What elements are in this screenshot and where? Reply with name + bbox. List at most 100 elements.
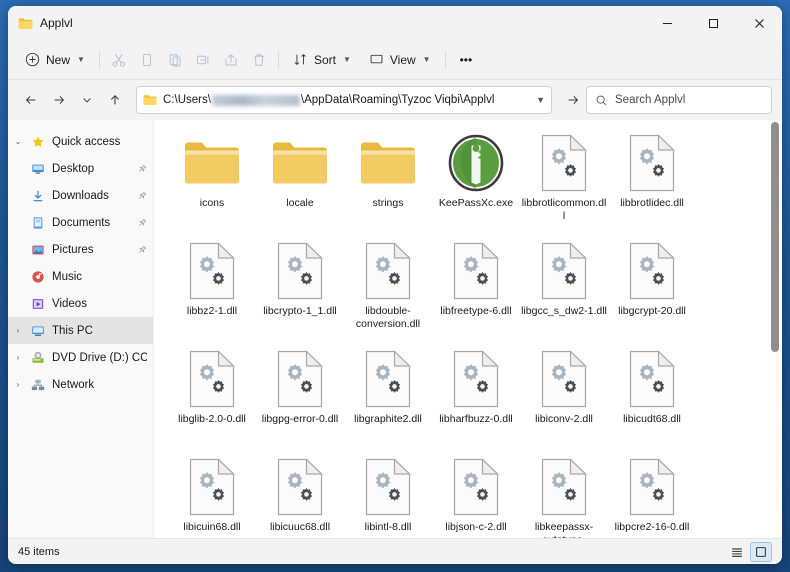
cut-icon[interactable] [105, 45, 133, 75]
details-view-icon[interactable] [726, 542, 748, 562]
file-tile[interactable]: libicuin68.dll [168, 452, 256, 538]
address-folder-icon [143, 94, 157, 106]
file-tile[interactable]: libiconv-2.dll [520, 344, 608, 452]
search-box[interactable]: Search Applvl [586, 86, 772, 114]
file-tile[interactable]: locale [256, 128, 344, 236]
go-button[interactable] [562, 87, 584, 113]
view-button-label: View [389, 52, 416, 67]
file-list-pane[interactable]: icons locale strings KeePassXc.exe libbrotli… [154, 120, 782, 538]
close-button[interactable] [736, 6, 782, 40]
file-tile[interactable]: strings [344, 128, 432, 236]
address-bar[interactable]: C:\Users\ \AppData\Roaming\Tyzoc Viqbi\Ap… [136, 86, 552, 114]
paste-icon[interactable] [161, 45, 189, 75]
dll-file-icon [189, 456, 235, 518]
file-tile[interactable]: libbrotlidec.dll [608, 128, 696, 236]
chevron-toggle-icon[interactable]: › [8, 353, 28, 362]
toolbar-divider-2 [277, 50, 279, 69]
file-tile[interactable]: libgcrypt-20.dll [608, 236, 696, 344]
address-dropdown-icon[interactable]: ▼ [530, 95, 545, 105]
maximize-button[interactable] [690, 6, 736, 40]
dll-file-icon [541, 456, 587, 518]
file-tile[interactable]: libcrypto-1_1.dll [256, 236, 344, 344]
file-tile[interactable]: libbrotlicommon.dll [520, 128, 608, 236]
sidebar-item-documents[interactable]: Documents [8, 209, 153, 236]
file-tile[interactable]: libjson-c-2.dll [432, 452, 520, 538]
sidebar-item-pictures[interactable]: Pictures [8, 236, 153, 263]
address-path-prefix: C:\Users\ [163, 94, 211, 106]
copy-icon[interactable] [133, 45, 161, 75]
sidebar-item-dvd-drive-d-cccc[interactable]: › DVD Drive (D:) CCCC [8, 344, 153, 371]
chevron-toggle-icon[interactable]: › [8, 326, 28, 335]
pin-icon[interactable] [135, 242, 149, 256]
file-tile[interactable]: libintl-8.dll [344, 452, 432, 538]
chevron-toggle-icon[interactable]: › [8, 380, 28, 389]
file-name-label: libdouble-conversion.dll [355, 305, 421, 330]
window-controls [644, 6, 782, 40]
file-tile[interactable]: libgcc_s_dw2-1.dll [520, 236, 608, 344]
file-tile[interactable]: icons [168, 128, 256, 236]
chevron-down-icon: ▼ [77, 55, 85, 64]
sidebar-item-label: Videos [52, 297, 87, 310]
share-icon[interactable] [217, 45, 245, 75]
file-tile[interactable]: KeePassXc.exe [432, 128, 520, 236]
file-tile[interactable]: libharfbuzz-0.dll [432, 344, 520, 452]
view-button[interactable]: View ▼ [360, 45, 440, 75]
folder-icon [183, 132, 241, 194]
chevron-down-icon: ▼ [422, 55, 431, 64]
pin-icon[interactable] [135, 161, 149, 175]
file-tile[interactable]: libgraphite2.dll [344, 344, 432, 452]
sidebar-item-label: Pictures [52, 243, 94, 256]
search-input[interactable]: Search Applvl [615, 94, 685, 106]
redacted-username [211, 94, 300, 106]
navigation-pane: ⌄ Quick access Desktop Downloads Documents Pi… [8, 120, 154, 538]
file-name-label: icons [199, 197, 225, 209]
delete-icon[interactable] [245, 45, 273, 75]
scrollbar-thumb[interactable] [771, 122, 779, 352]
large-icons-view-icon[interactable] [750, 541, 772, 562]
chevron-toggle-icon[interactable]: ⌄ [8, 137, 28, 146]
sidebar-item-videos[interactable]: Videos [8, 290, 153, 317]
address-path-suffix: \AppData\Roaming\Tyzoc Viqbi\Applvl [300, 94, 495, 106]
dll-file-icon [365, 456, 411, 518]
file-tile[interactable]: libicudt68.dll [608, 344, 696, 452]
file-name-label: locale [286, 197, 314, 209]
back-button[interactable] [18, 87, 44, 113]
pin-icon[interactable] [135, 215, 149, 229]
plus-circle-icon [25, 52, 40, 67]
file-tile[interactable]: libfreetype-6.dll [432, 236, 520, 344]
file-name-label: libglib-2.0-0.dll [178, 413, 246, 425]
sidebar-item-music[interactable]: Music [8, 263, 153, 290]
file-tile[interactable]: libgpg-error-0.dll [256, 344, 344, 452]
sidebar-item-network[interactable]: › Network [8, 371, 153, 398]
file-tile[interactable]: libdouble-conversion.dll [344, 236, 432, 344]
download-icon [28, 189, 48, 203]
minimize-button[interactable] [644, 6, 690, 40]
sort-button[interactable]: Sort ▼ [284, 45, 360, 75]
file-tile[interactable]: libpcre2-16-0.dll [608, 452, 696, 538]
up-button[interactable] [102, 87, 128, 113]
pin-icon[interactable] [135, 188, 149, 202]
file-tile[interactable]: libglib-2.0-0.dll [168, 344, 256, 452]
sidebar-item-this-pc[interactable]: › This PC [8, 317, 153, 344]
dll-file-icon [277, 456, 323, 518]
sort-icon [293, 52, 308, 67]
vertical-scrollbar[interactable] [768, 120, 782, 538]
toolbar-divider-3 [444, 50, 446, 69]
dll-file-icon [453, 240, 499, 302]
sidebar-item-downloads[interactable]: Downloads [8, 182, 153, 209]
dll-file-icon [541, 132, 587, 194]
file-tile[interactable]: libicuuc68.dll [256, 452, 344, 538]
recent-locations-button[interactable] [74, 87, 100, 113]
rename-icon[interactable] [189, 45, 217, 75]
file-tile[interactable]: libkeepassx-autotype-windows.dll [520, 452, 608, 538]
file-tile[interactable]: libbz2-1.dll [168, 236, 256, 344]
dll-file-icon [365, 240, 411, 302]
new-button[interactable]: New ▼ [16, 45, 94, 75]
sidebar-item-desktop[interactable]: Desktop [8, 155, 153, 182]
sidebar-item-quick-access[interactable]: ⌄ Quick access [8, 128, 153, 155]
dvd-drive-icon [28, 351, 48, 365]
more-options-button[interactable]: ••• [451, 45, 482, 75]
chevron-down-icon: ▼ [342, 55, 351, 64]
sidebar-item-label: DVD Drive (D:) CCCC [52, 351, 147, 364]
forward-button[interactable] [46, 87, 72, 113]
